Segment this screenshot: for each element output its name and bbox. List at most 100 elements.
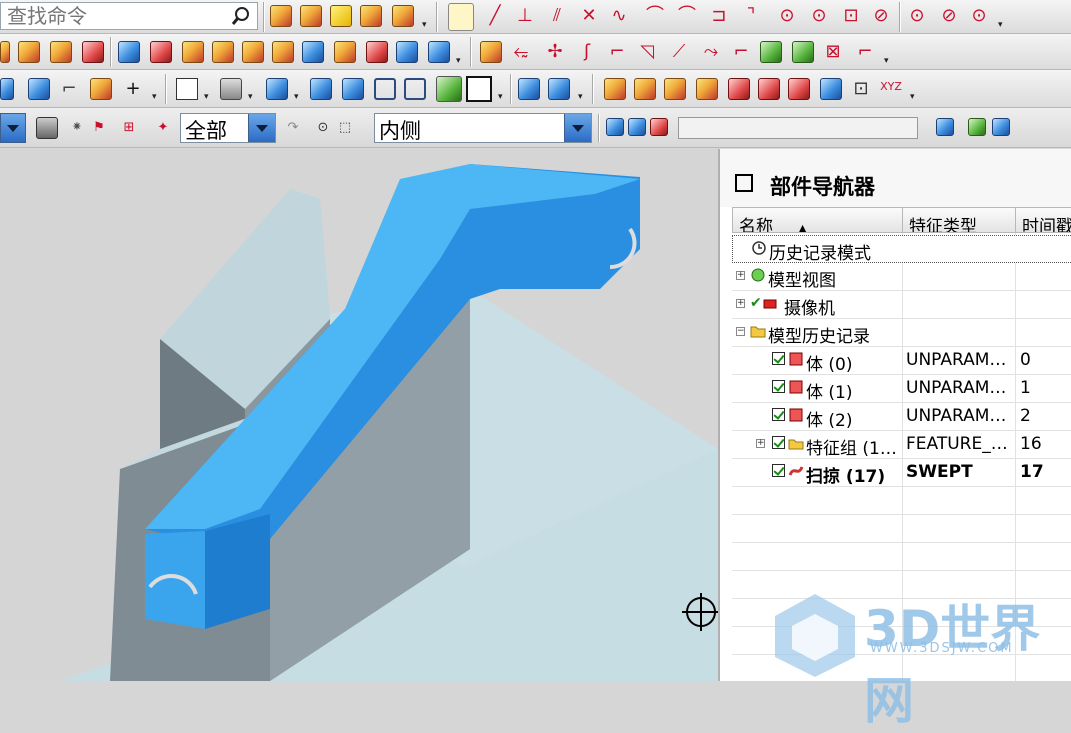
project-curve-icon[interactable]: ◹ — [636, 41, 658, 63]
link-icon[interactable] — [448, 3, 474, 31]
snap-dropdown-icon[interactable]: ▾ — [152, 92, 157, 102]
offset-face-icon[interactable] — [788, 78, 810, 100]
ellipse-icon[interactable]: ⊙ — [906, 5, 928, 27]
section-dropdown-icon[interactable]: ▾ — [578, 92, 583, 102]
body-select-icon[interactable] — [628, 118, 646, 136]
expand-icon[interactable]: + — [756, 439, 765, 448]
navigator-window-icon[interactable] — [735, 174, 753, 192]
studio-icon[interactable] — [436, 76, 462, 102]
paint-icon[interactable] — [968, 118, 986, 136]
bridge-curve-icon[interactable]: ⤳ — [700, 41, 722, 63]
arc-tangent-icon[interactable]: ⌒ — [676, 5, 698, 27]
reset-icon[interactable]: ↷ — [282, 117, 304, 139]
search-icon[interactable] — [231, 6, 251, 26]
tree-row-body-1[interactable]: 体 (1) UNPARAM… 1 — [732, 375, 1071, 403]
brush-icon[interactable] — [992, 118, 1010, 136]
snap-point-icon[interactable]: ⊙ — [312, 117, 334, 139]
tree-row-cameras[interactable]: + ✔ 摄像机 — [732, 291, 1071, 319]
divide-curve-icon[interactable]: ʃ — [576, 41, 598, 63]
measure-icon[interactable] — [820, 78, 842, 100]
corner-curve-icon[interactable]: ⌐ — [730, 41, 752, 63]
cylinder-icon[interactable] — [396, 41, 418, 63]
section-curve-icon[interactable] — [792, 41, 814, 63]
spline-icon[interactable]: ∿ — [608, 5, 630, 27]
wireframe-icon[interactable] — [374, 78, 396, 100]
tag-icon[interactable] — [90, 78, 112, 100]
circle-center-icon[interactable]: ⊙ — [776, 5, 798, 27]
delete-face-icon[interactable] — [758, 78, 780, 100]
command-search-input[interactable] — [7, 5, 227, 27]
layer-filter-icon[interactable]: ⊞ — [118, 117, 140, 139]
pocket-icon[interactable] — [360, 5, 382, 27]
shell-icon[interactable] — [82, 41, 104, 63]
tree-row-swept[interactable]: 扫掠 (17) SWEPT 17 — [732, 459, 1071, 487]
edit-fillet-icon[interactable]: ⌐ — [606, 41, 628, 63]
visibility-checkbox[interactable] — [772, 436, 785, 449]
shaded-edges-icon[interactable] — [310, 78, 332, 100]
extrude-icon[interactable] — [300, 5, 322, 27]
circle-radius-icon[interactable]: ⊘ — [870, 5, 892, 27]
mirror-icon[interactable] — [634, 78, 656, 100]
pad-icon[interactable] — [330, 5, 352, 27]
render-dropdown-icon[interactable]: ▾ — [294, 92, 299, 102]
boss-icon[interactable] — [392, 5, 414, 27]
point-line-icon[interactable]: ✕ — [578, 5, 600, 27]
sphere-icon[interactable] — [428, 41, 450, 63]
type-filter-dropdown-button[interactable] — [248, 114, 275, 142]
snap-point-toolbar[interactable] — [678, 117, 918, 139]
color-filter-icon[interactable]: ⚑ — [88, 117, 110, 139]
type-filter-combo[interactable]: 全部 — [180, 113, 276, 143]
fit-dropdown-icon[interactable]: ▾ — [204, 92, 209, 102]
point-icon[interactable]: ⊡ — [850, 78, 872, 100]
selection-mode-dropdown[interactable] — [0, 113, 26, 143]
cone-icon[interactable] — [270, 5, 292, 27]
expand-icon[interactable]: + — [736, 299, 745, 308]
basic-curve-icon[interactable]: ⊥ — [514, 5, 536, 27]
line-icon[interactable]: ╱ — [484, 5, 506, 27]
circle-tangent-icon[interactable]: ⊡ — [840, 5, 862, 27]
xyz-icon[interactable]: XYZ — [880, 76, 902, 98]
sparkle-icon[interactable]: ✦ — [152, 117, 174, 139]
section-view-icon[interactable] — [518, 78, 540, 100]
block-icon[interactable] — [18, 41, 40, 63]
ellipse-axis-icon[interactable]: ⊘ — [938, 5, 960, 27]
view-icon[interactable] — [0, 78, 14, 100]
isoparametric-curve-icon[interactable]: ⌐ — [854, 41, 876, 63]
snap-scope-dropdown-button[interactable] — [564, 114, 591, 142]
zoom-dropdown-icon[interactable]: ▾ — [248, 92, 253, 102]
graphics-viewport[interactable] — [0, 149, 718, 681]
curve-edit-dropdown-icon[interactable]: ▾ — [884, 56, 889, 66]
circle-3pt-icon[interactable]: ⊙ — [808, 5, 830, 27]
selection-filter-icon[interactable] — [36, 117, 58, 139]
split-body-icon[interactable] — [334, 41, 356, 63]
feature-icon[interactable] — [0, 41, 10, 63]
intersect-curve-icon[interactable] — [760, 41, 782, 63]
shaded-faces-icon[interactable] — [342, 78, 364, 100]
trim-curve-icon[interactable]: ✢ — [544, 41, 566, 63]
face-select-icon[interactable] — [650, 118, 668, 136]
draft-icon[interactable] — [182, 41, 204, 63]
column-header-type[interactable]: 特征类型 — [902, 207, 1016, 233]
tree-row-feature-group[interactable]: + 特征组 (1… FEATURE_… 16 — [732, 431, 1071, 459]
cylinder-view-icon[interactable] — [28, 78, 50, 100]
trim-body-icon[interactable] — [302, 41, 324, 63]
copy-icon[interactable] — [664, 78, 686, 100]
fit-icon[interactable] — [176, 78, 198, 100]
tree-row-history-mode[interactable]: 历史记录模式 — [732, 235, 1071, 264]
cylinder-feature-icon[interactable] — [696, 78, 718, 100]
utility-dropdown-icon[interactable]: ▾ — [910, 92, 915, 102]
curve-length-icon[interactable]: ⟋ — [668, 41, 690, 63]
tree-row-model-history[interactable]: − 模型历史记录 — [732, 319, 1071, 347]
tree-row-model-views[interactable]: + 模型视图 — [732, 263, 1071, 291]
type-filter-icon[interactable]: ⁕ — [66, 117, 88, 139]
component-icon[interactable] — [606, 118, 624, 136]
offset-curve-icon[interactable]: ⥳ — [510, 41, 532, 63]
assembly-icon[interactable] — [480, 41, 502, 63]
column-header-name[interactable]: 名称 ▲ — [732, 207, 903, 233]
collapse-icon[interactable]: − — [736, 327, 745, 336]
fillet-curve-icon[interactable]: ⊐ — [708, 5, 730, 27]
arc-icon[interactable]: ⌒ — [644, 5, 666, 27]
tree-row-body-0[interactable]: 体 (0) UNPARAM… 0 — [732, 347, 1071, 375]
hidden-line-icon[interactable] — [404, 78, 426, 100]
visibility-checkbox[interactable] — [772, 380, 785, 393]
